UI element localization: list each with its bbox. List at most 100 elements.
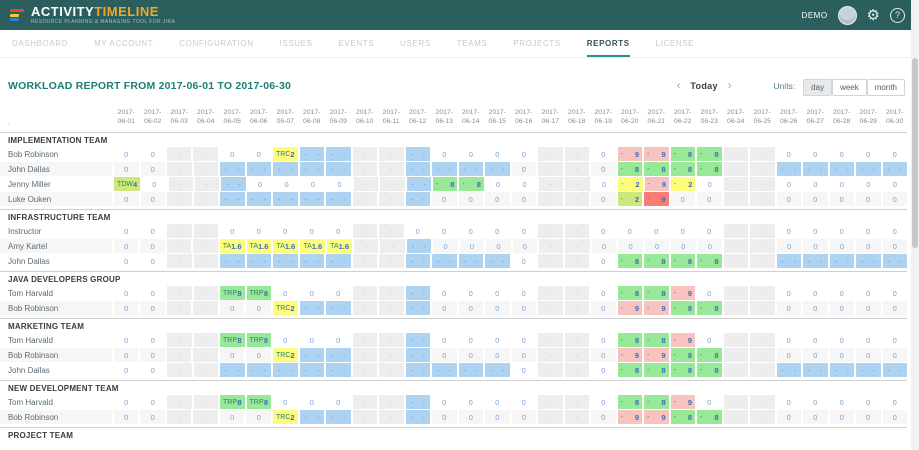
workload-cell[interactable]: - — [379, 333, 404, 347]
workload-cell[interactable]: -- — [883, 254, 908, 268]
workload-cell[interactable]: - — [193, 147, 218, 161]
workload-cell[interactable]: -8 — [671, 147, 696, 161]
workload-cell[interactable]: 0 — [697, 192, 722, 206]
workload-cell[interactable]: 0 — [512, 224, 537, 238]
workload-cell[interactable]: - — [353, 363, 378, 377]
workload-cell[interactable]: - — [750, 224, 775, 238]
workload-cell[interactable]: 0 — [644, 224, 669, 238]
workload-cell[interactable]: 0 — [856, 333, 881, 347]
workload-cell[interactable]: -- — [406, 363, 431, 377]
workload-cell[interactable]: 0 — [432, 301, 457, 315]
workload-cell[interactable]: 0 — [247, 224, 272, 238]
unit-button-day[interactable]: day — [803, 79, 832, 96]
workload-cell[interactable]: 0 — [220, 410, 245, 424]
workload-cell[interactable]: -8 — [618, 395, 643, 409]
workload-cell[interactable]: 0 — [883, 177, 907, 191]
workload-cell[interactable]: - — [750, 348, 775, 362]
workload-cell[interactable]: - — [194, 192, 219, 206]
workload-cell[interactable]: 0 — [697, 286, 722, 300]
workload-cell[interactable]: - — [724, 192, 749, 206]
workload-cell[interactable]: - — [538, 254, 563, 268]
workload-cell[interactable]: -- — [485, 162, 510, 176]
workload-cell[interactable]: - — [724, 395, 749, 409]
workload-cell[interactable]: - — [750, 333, 775, 347]
workload-cell[interactable]: -- — [830, 363, 855, 377]
workload-cell[interactable]: - — [353, 147, 378, 161]
workload-cell[interactable]: - — [538, 147, 563, 161]
workload-cell[interactable]: - — [194, 162, 219, 176]
workload-cell[interactable]: - — [353, 286, 378, 300]
workload-cell[interactable]: - — [538, 363, 563, 377]
workload-cell[interactable]: 0 — [114, 224, 139, 238]
workload-cell[interactable]: - — [379, 147, 404, 161]
workload-cell[interactable]: - — [380, 177, 404, 191]
workload-cell[interactable]: 0 — [273, 224, 298, 238]
workload-cell[interactable]: 0 — [591, 348, 616, 362]
workload-cell[interactable]: -8 — [644, 395, 669, 409]
workload-cell[interactable]: TRP8 — [220, 286, 245, 300]
workload-cell[interactable]: -- — [326, 254, 351, 268]
workload-cell[interactable]: 0 — [591, 162, 616, 176]
workload-cell[interactable]: -9 — [644, 410, 669, 424]
workload-cell[interactable]: 0 — [432, 348, 457, 362]
workload-cell[interactable]: - — [354, 177, 378, 191]
workload-cell[interactable]: 0 — [803, 395, 828, 409]
workload-cell[interactable]: 0 — [141, 395, 166, 409]
workload-cell[interactable]: TA1.6 — [327, 239, 352, 253]
workload-cell[interactable]: - — [167, 410, 192, 424]
workload-cell[interactable]: 0 — [432, 395, 457, 409]
workload-cell[interactable]: - — [750, 286, 775, 300]
workload-cell[interactable]: TRP8 — [220, 395, 245, 409]
workload-cell[interactable]: - — [565, 147, 590, 161]
workload-cell[interactable]: -9 — [671, 286, 696, 300]
workload-cell[interactable]: -- — [803, 363, 828, 377]
workload-cell[interactable]: 0 — [300, 286, 325, 300]
workload-cell[interactable]: -9 — [644, 192, 669, 206]
workload-cell[interactable]: 0 — [326, 333, 351, 347]
workload-cell[interactable]: - — [167, 333, 192, 347]
workload-cell[interactable]: -- — [406, 301, 431, 315]
workload-cell[interactable]: - — [724, 348, 749, 362]
workload-cell[interactable]: TA1.6 — [300, 239, 325, 253]
workload-cell[interactable]: 0 — [777, 410, 802, 424]
workload-cell[interactable]: 0 — [485, 192, 510, 206]
workload-cell[interactable]: 0 — [486, 239, 510, 253]
workload-cell[interactable]: 0 — [803, 239, 827, 253]
workload-cell[interactable]: 0 — [777, 348, 802, 362]
workload-cell[interactable]: 0 — [856, 147, 881, 161]
workload-cell[interactable]: 0 — [459, 348, 484, 362]
workload-cell[interactable]: 0 — [856, 301, 881, 315]
workload-cell[interactable]: 0 — [830, 224, 855, 238]
workload-cell[interactable]: - — [565, 301, 590, 315]
workload-cell[interactable]: - — [194, 254, 219, 268]
workload-cell[interactable]: -8 — [697, 147, 721, 161]
workload-cell[interactable]: -- — [777, 254, 802, 268]
workload-cell[interactable]: 0 — [114, 192, 139, 206]
workload-cell[interactable]: - — [167, 162, 192, 176]
workload-cell[interactable]: -- — [406, 162, 431, 176]
workload-cell[interactable]: 0 — [591, 333, 616, 347]
workload-cell[interactable]: -- — [856, 254, 881, 268]
workload-cell[interactable]: -- — [407, 177, 431, 191]
nav-item-projects[interactable]: PROJECTS — [513, 30, 560, 57]
workload-cell[interactable]: - — [750, 192, 775, 206]
workload-cell[interactable]: 0 — [114, 254, 139, 268]
workload-cell[interactable]: 0 — [485, 348, 510, 362]
workload-cell[interactable]: 0 — [114, 162, 139, 176]
workload-cell[interactable]: - — [750, 363, 775, 377]
workload-cell[interactable]: 0 — [830, 192, 855, 206]
workload-cell[interactable]: -- — [300, 363, 325, 377]
workload-cell[interactable]: -- — [247, 254, 272, 268]
workload-cell[interactable]: 0 — [220, 224, 245, 238]
workload-cell[interactable]: TA1.6 — [220, 239, 245, 253]
workload-cell[interactable]: -9 — [645, 177, 669, 191]
workload-cell[interactable]: 0 — [830, 301, 855, 315]
workload-cell[interactable]: 0 — [114, 333, 139, 347]
workload-cell[interactable]: - — [565, 363, 590, 377]
workload-cell[interactable]: -- — [247, 192, 272, 206]
workload-cell[interactable]: 0 — [300, 333, 325, 347]
workload-cell[interactable]: 0 — [883, 286, 908, 300]
workload-cell[interactable]: - — [194, 395, 219, 409]
workload-cell[interactable]: -9 — [671, 333, 696, 347]
workload-cell[interactable]: -8 — [697, 162, 722, 176]
